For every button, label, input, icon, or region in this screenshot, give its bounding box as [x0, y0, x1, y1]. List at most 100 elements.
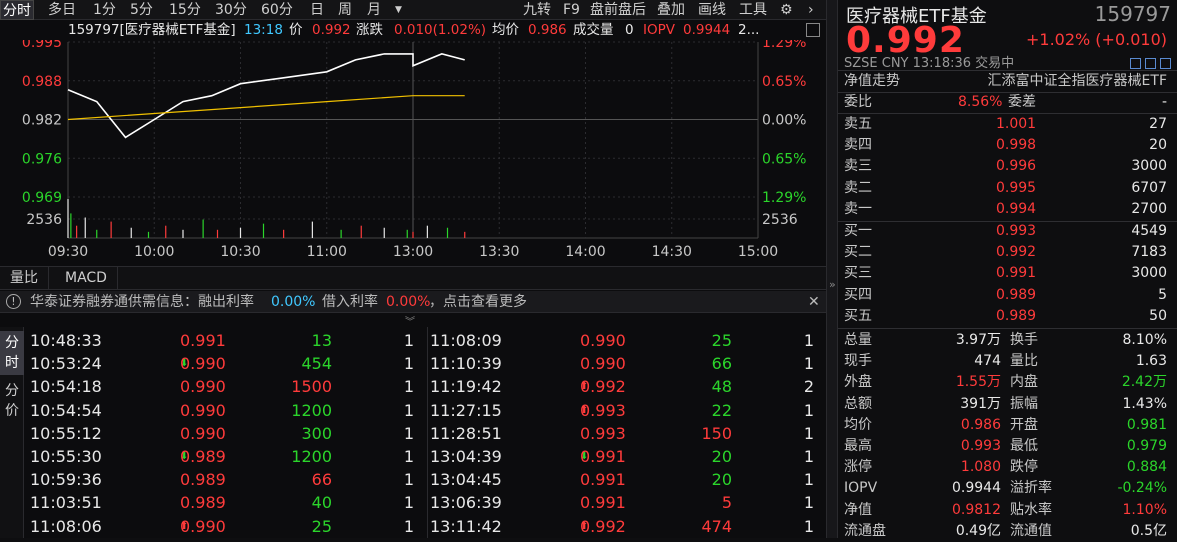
- tab-month[interactable]: 月: [365, 0, 383, 20]
- info-volume: 0: [625, 22, 634, 38]
- tick-time: 10:55:30: [30, 447, 102, 466]
- tick-time: 13:11:42: [430, 516, 502, 536]
- tab-fenshi[interactable]: 分时: [0, 0, 34, 20]
- left-price-tick: 0.969: [22, 190, 62, 206]
- add-icon[interactable]: [1160, 57, 1171, 69]
- bid-label: 买四: [844, 286, 872, 303]
- bid-price: 0.989: [996, 286, 1037, 303]
- tick-price: 0.990: [580, 331, 626, 350]
- stat-value: 0.993: [960, 438, 1001, 454]
- tab-macd[interactable]: MACD: [55, 267, 118, 289]
- tab-60min[interactable]: 60分: [259, 0, 295, 20]
- ask-price: 1.001: [996, 116, 1037, 132]
- margin-notice-bar[interactable]: ! 华泰证券融券通供需信息：融出利率 0.00% 借入利率 0.00% ，点击查…: [0, 291, 826, 313]
- ask-price: 0.995: [996, 179, 1037, 196]
- bid-row[interactable]: 买一 0.993 4549: [838, 221, 1177, 242]
- stat-label: 最高: [844, 438, 872, 454]
- ask-row[interactable]: 卖三 0.996 3000: [838, 156, 1177, 177]
- stat-value: 1.080: [960, 459, 1001, 476]
- tab-day[interactable]: 日: [308, 0, 326, 20]
- stat-row: 总额 391万 振幅 1.43%: [838, 394, 1177, 415]
- bid-price: 0.993: [996, 223, 1037, 239]
- bid-row[interactable]: 买五 0.989 50: [838, 306, 1177, 327]
- panel-toggle-icon[interactable]: [806, 23, 820, 37]
- tick-volume: 25: [311, 516, 332, 536]
- stat-label: 开盘: [1010, 416, 1038, 433]
- info-more: 2...: [738, 22, 760, 38]
- ask-row[interactable]: 卖二 0.995 6707: [838, 178, 1177, 199]
- stat-row: 最高 0.993 最低 0.979: [838, 436, 1177, 457]
- info-time: 13:18: [244, 22, 283, 38]
- ask-volume: 27: [1149, 116, 1167, 132]
- tick-row: 11:27:15 0.993 ⬆ 22 1: [430, 399, 820, 422]
- tab-1min[interactable]: 1分: [91, 0, 118, 20]
- close-icon[interactable]: ✕: [808, 291, 820, 313]
- tick-count: 1: [803, 516, 814, 536]
- nav-row[interactable]: 净值走势 汇添富中证全指医疗器械ETF: [838, 71, 1177, 92]
- stat-row: 净值 0.9812 贴水率 1.10%: [838, 500, 1177, 521]
- chevron-right-icon[interactable]: ›: [806, 0, 816, 20]
- tick-list: 10:48:33 0.991 13 1 10:53:24 0.990 ⬇ 454 1 10:54:…: [26, 327, 826, 538]
- premarket-button[interactable]: 盘前盘后: [588, 0, 648, 20]
- tab-volume-ratio[interactable]: 量比: [0, 267, 49, 289]
- tick-time: 11:08:09: [430, 331, 502, 350]
- stat-value: 8.10%: [1122, 332, 1167, 348]
- weibi-row: 委比 8.56% 委差 -: [838, 92, 1177, 113]
- quote-icons: [1126, 55, 1171, 71]
- tick-volume: 48: [711, 377, 732, 397]
- bid-volume: 3000: [1131, 265, 1167, 282]
- jiuzhuan-button[interactable]: 九转: [521, 0, 553, 20]
- more-dropdown-icon[interactable]: ▼: [393, 0, 404, 20]
- quote-code: 159797: [1094, 2, 1171, 26]
- time-tick-label: 10:30: [220, 244, 260, 260]
- ask-label: 卖二: [844, 179, 872, 196]
- tab-30min[interactable]: 30分: [213, 0, 249, 20]
- tick-time: 10:54:54: [30, 400, 102, 420]
- stat-row: 总量 3.97万 换手 8.10%: [838, 330, 1177, 351]
- ask-volume: 3000: [1131, 158, 1167, 175]
- ask-label: 卖三: [844, 158, 872, 175]
- right-pct-tick: 1.29%: [762, 190, 806, 206]
- stat-label: 外盘: [844, 374, 872, 391]
- tick-row: 11:19:42 0.992 ⬆ 48 2: [430, 375, 820, 398]
- chart-panel: 分时 多日 1分 5分 15分 30分 60分 日 周 月 ▼ 九转 F9 盘前…: [0, 0, 826, 538]
- tick-count: 1: [403, 493, 414, 513]
- tick-volume: 5: [721, 493, 732, 513]
- tick-count: 1: [803, 423, 814, 443]
- tick-row: 10:54:54 0.990 1200 1: [30, 399, 420, 422]
- intraday-chart: 09:30 10:00 10:30 11:00 13:00 13:30 14:00 14:30…: [0, 40, 826, 265]
- tick-price: 0.992: [580, 377, 626, 397]
- settings-gear-icon[interactable]: ⚙: [778, 0, 795, 20]
- bid-row[interactable]: 买三 0.991 3000: [838, 263, 1177, 284]
- alert-icon[interactable]: [1130, 57, 1141, 69]
- ask-price: 0.998: [996, 137, 1037, 154]
- tick-count: 1: [403, 447, 414, 466]
- tab-15min[interactable]: 15分: [167, 0, 203, 20]
- side-tab-fenjia[interactable]: 分价: [0, 379, 24, 423]
- ask-row[interactable]: 卖一 0.994 2700: [838, 199, 1177, 220]
- share-icon[interactable]: [1145, 57, 1156, 69]
- ask-row[interactable]: 卖五 1.001 27: [838, 114, 1177, 135]
- tick-count: 1: [803, 470, 814, 490]
- stat-label: 现手: [844, 353, 872, 370]
- tab-week[interactable]: 周: [336, 0, 354, 20]
- stat-label: 换手: [1010, 332, 1038, 348]
- ask-row[interactable]: 卖四 0.998 20: [838, 135, 1177, 156]
- panel-divider[interactable]: »: [826, 0, 838, 538]
- tick-time: 11:19:42: [430, 377, 502, 397]
- period-toolbar: 分时 多日 1分 5分 15分 30分 60分 日 周 月 ▼ 九转 F9 盘前…: [0, 0, 826, 20]
- f9-button[interactable]: F9: [561, 0, 582, 20]
- side-tab-fenshi[interactable]: 分时: [0, 331, 24, 375]
- tab-duori[interactable]: 多日: [46, 0, 78, 20]
- tab-5min[interactable]: 5分: [128, 0, 155, 20]
- draw-button[interactable]: 画线: [696, 0, 728, 20]
- tick-row: 10:55:30 0.989 ⬇ 1200 1: [30, 445, 420, 468]
- ask-label: 卖五: [844, 116, 872, 132]
- tools-button[interactable]: 工具: [737, 0, 769, 20]
- info-iopv-label: IOPV: [643, 22, 675, 38]
- overlay-button[interactable]: 叠加: [655, 0, 687, 20]
- bid-row[interactable]: 买二 0.992 7183: [838, 242, 1177, 263]
- expand-chevron-icon[interactable]: »: [829, 278, 836, 291]
- bid-row[interactable]: 买四 0.989 5: [838, 285, 1177, 306]
- collapse-chevron-icon[interactable]: ︾: [405, 313, 415, 328]
